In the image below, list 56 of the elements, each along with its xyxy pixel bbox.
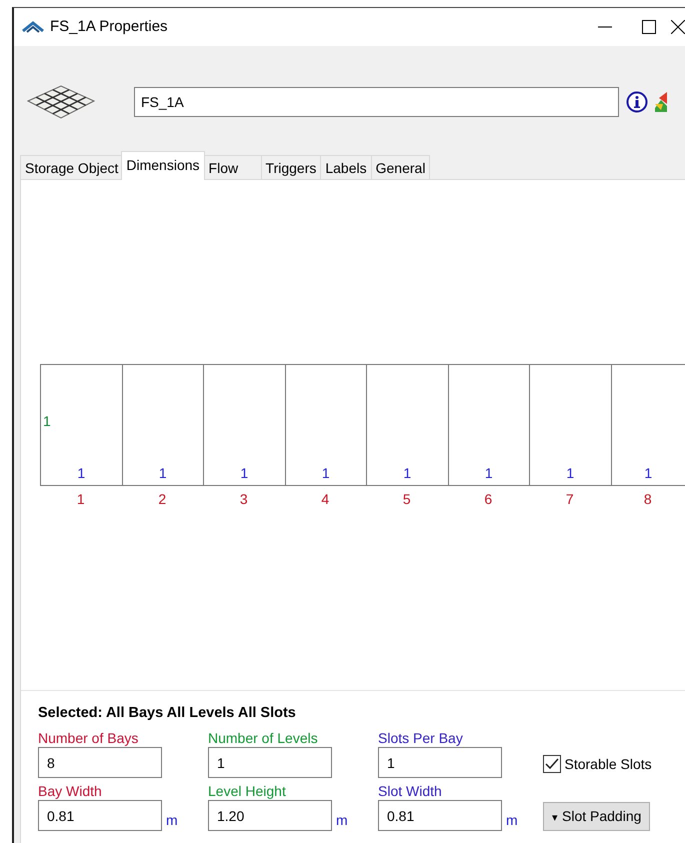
bay-number: 6 [483,490,494,509]
field-label: Bay Width [38,782,102,800]
slot-count: 1 [77,466,86,480]
bay-number: 3 [238,490,249,509]
slot-count: 1 [566,466,574,480]
slot-padding-button[interactable]: ▾ Slot Padding [543,802,650,831]
field-label: Level Height [208,782,286,800]
name-field[interactable]: FS_1A [134,87,619,117]
input-field[interactable]: 1 [208,747,332,778]
unit-label: m [166,811,178,830]
color-shapes-icon[interactable] [655,92,667,112]
bay-number: 1 [76,490,86,509]
bay-cell[interactable]: 1 [612,365,685,485]
slot-count: 1 [484,466,493,480]
bay-number: 5 [402,490,412,509]
slot-count: 1 [322,466,330,480]
unit-label: m [506,811,518,830]
bay-number: 7 [564,490,575,509]
input-field[interactable]: 0.81 [378,800,502,831]
tab[interactable]: Dimensions [121,151,205,180]
slot-count: 1 [403,466,412,480]
close-icon[interactable] [671,20,685,34]
bay-number: 2 [157,490,168,509]
tab[interactable]: General [370,155,430,180]
window-title: FS_1A Properties [50,16,168,37]
bay-number: 4 [320,490,330,509]
bay-cell[interactable]: 1 [448,365,530,485]
checkbox-label: Storable Slots [564,754,652,774]
bay-cell[interactable]: 1 1 [41,365,122,485]
app-icon [22,20,44,34]
selection-label: Selected: All Bays All Levels All Slots [38,704,297,724]
field-label: Number of Bays [38,729,138,747]
unit-label: m [336,811,348,830]
floor-grid-icon [26,84,96,120]
bay-cell[interactable]: 1 [286,365,367,485]
field-label: Number of Levels [208,729,318,747]
bay-cell[interactable]: 1 [122,365,204,485]
slot-count: 1 [158,466,167,480]
minimize-icon[interactable] [598,26,612,28]
checkbox[interactable] [543,755,561,773]
tab[interactable]: Storage Object [20,155,124,180]
level-number: 1 [43,414,51,428]
input-field[interactable]: 8 [38,747,162,778]
bay-cell[interactable]: 1 [204,365,286,485]
input-field[interactable]: 0.81 [38,800,162,831]
field-label: Slots Per Bay [378,729,463,747]
input-field[interactable]: 1 [378,747,502,778]
field-label: Slot Width [378,782,442,800]
info-icon[interactable] [626,91,648,113]
bay-cell[interactable]: 1 [367,365,448,485]
slot-count: 1 [644,466,652,480]
bay-cell[interactable]: 1 [530,365,612,485]
bay-number: 8 [642,490,653,509]
input-field[interactable]: 1.20 [208,800,332,831]
slot-count: 1 [240,466,248,480]
maximize-icon[interactable] [642,20,656,34]
